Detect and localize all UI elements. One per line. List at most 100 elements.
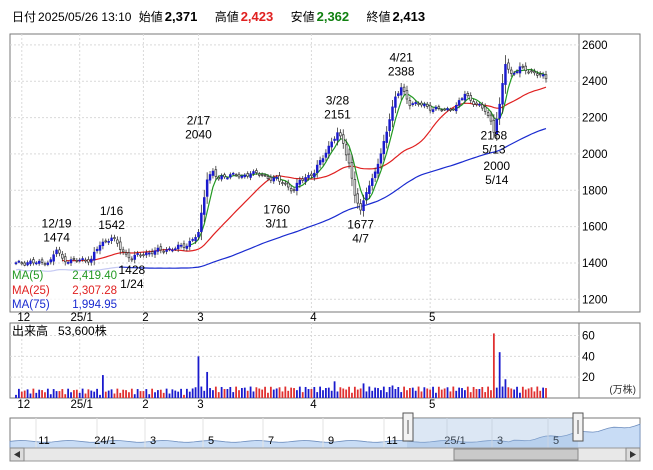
volume-x-tick-label: 5 — [429, 399, 435, 411]
volume-bar — [177, 391, 180, 398]
scrollbar-right-button[interactable] — [625, 447, 641, 462]
volume-bar — [15, 394, 17, 398]
volume-bar — [209, 388, 211, 398]
scrollbar-thumb[interactable] — [453, 448, 579, 461]
volume-bar — [284, 386, 287, 398]
candle-body — [182, 243, 186, 248]
volume-bar — [168, 393, 171, 398]
volume-bar — [469, 392, 472, 398]
volume-bar — [229, 386, 232, 398]
volume-bar — [464, 390, 466, 398]
volume-bar — [432, 386, 434, 398]
volume-bar — [136, 389, 139, 398]
volume-bar — [252, 391, 255, 398]
annotation-date: 1/24 — [120, 277, 144, 291]
navigator-scrollbar[interactable] — [9, 447, 641, 462]
navigator-tick-label: 5 — [208, 435, 214, 447]
volume-bar — [388, 386, 391, 398]
volume-bar — [130, 388, 133, 398]
chart-canvas: 12001400160018002000220024002600 12/1914… — [9, 33, 641, 462]
volume-bar — [455, 390, 458, 398]
volume-bar — [385, 392, 388, 398]
candle-body — [237, 173, 241, 178]
candle-body — [295, 182, 299, 191]
candle-body — [376, 163, 380, 174]
candle-body — [385, 131, 388, 143]
navigator-tick-label: 24/1 — [94, 435, 115, 447]
volume-tick-label: 40 — [582, 351, 595, 363]
navigator-selection[interactable] — [407, 418, 578, 448]
volume-bar — [38, 389, 41, 398]
volume-bar — [492, 333, 495, 398]
candle-body — [159, 246, 163, 251]
price-tick-label: 1400 — [582, 258, 608, 270]
volume-bar — [394, 388, 397, 398]
candle-body — [32, 259, 35, 264]
candle-body — [46, 262, 50, 265]
candle-body — [226, 177, 229, 180]
candle-body — [301, 178, 304, 181]
ma75-label: MA(75) — [12, 299, 50, 311]
volume-bar — [435, 392, 437, 398]
candle-body — [434, 106, 438, 110]
candle-body — [321, 158, 325, 163]
ma5-value: 2,419.40 — [72, 270, 117, 282]
candle-body — [362, 200, 365, 212]
candle-body — [397, 93, 400, 96]
candle-body — [342, 134, 345, 144]
volume-bar — [408, 388, 411, 398]
volume-bar — [171, 389, 174, 398]
volume-bar — [44, 392, 46, 398]
volume-bar — [377, 388, 379, 398]
candle-body — [313, 172, 316, 178]
volume-bar — [330, 390, 333, 398]
candle-body — [289, 188, 293, 192]
volume-bar — [310, 388, 313, 398]
annotation-value: 1760 — [263, 203, 290, 217]
candle-body — [168, 248, 171, 251]
candle-body — [214, 169, 218, 177]
volume-bar — [180, 388, 182, 398]
candle-body — [66, 262, 70, 264]
volume-bar — [322, 390, 324, 398]
volume-bar — [527, 388, 530, 398]
candle-body — [330, 141, 333, 148]
navigator-right-handle[interactable] — [572, 412, 584, 442]
candle-body — [426, 103, 429, 107]
annotation-value: 1542 — [98, 218, 125, 232]
candle-body — [530, 70, 533, 73]
candle-body — [501, 83, 504, 105]
volume-unit: (万株) — [609, 383, 636, 396]
annotation-value: 1428 — [118, 263, 145, 277]
volume-bar — [46, 388, 49, 398]
candle-body — [252, 171, 255, 174]
volume-bar — [58, 391, 61, 398]
candle-body — [310, 173, 313, 177]
candle-body — [119, 241, 122, 250]
volume-tick-label: 60 — [582, 331, 595, 343]
volume-bar — [128, 392, 130, 398]
candle-body — [368, 185, 371, 195]
navigator-left-handle[interactable] — [402, 412, 414, 442]
volume-bar — [87, 389, 90, 398]
candle-body — [63, 256, 67, 263]
volume-bar — [339, 387, 342, 398]
candle-body — [217, 177, 220, 180]
candle-body — [498, 103, 501, 119]
volume-bar — [278, 387, 281, 398]
candle-body — [229, 174, 232, 178]
volume-bar — [52, 389, 55, 398]
scrollbar-left-button[interactable] — [9, 447, 25, 462]
annotation-date: 12/19 — [42, 216, 72, 230]
candle-body — [124, 252, 128, 255]
candle-body — [110, 237, 113, 242]
candle-body — [431, 109, 435, 112]
volume-bar — [449, 391, 452, 398]
volume-bar — [145, 389, 148, 398]
candle-body — [315, 164, 319, 174]
ma75-value: 1,994.95 — [72, 299, 117, 311]
candle-body — [370, 178, 374, 186]
candle-body — [87, 259, 90, 263]
annotation-value: 2151 — [324, 107, 351, 121]
candle-body — [153, 250, 157, 255]
